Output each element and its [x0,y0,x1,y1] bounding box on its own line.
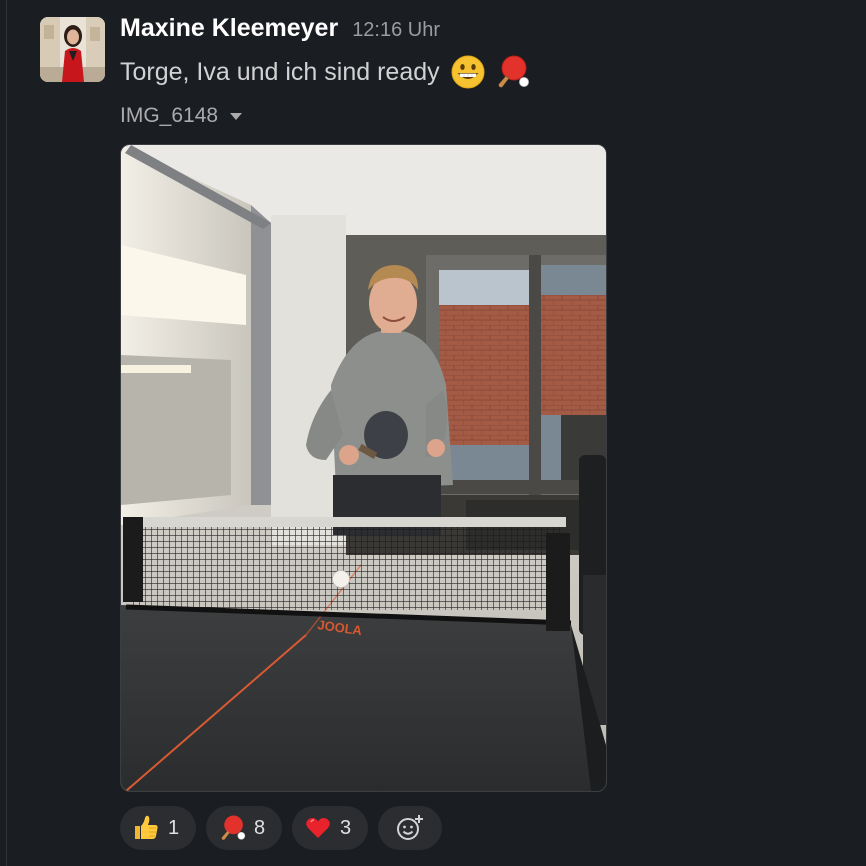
ping-pong-icon [221,815,246,840]
pane-divider [6,0,7,866]
reaction-red-heart[interactable]: 3 [292,806,368,850]
reaction-thumbs-up[interactable]: 1 [120,806,196,850]
thumbs-up-icon [135,815,158,839]
reaction-count: 8 [254,816,266,839]
sender-name[interactable]: Maxine Kleemeyer [120,14,338,43]
reaction-bar: 1 8 3 [120,806,442,850]
message-text: Torge, Iva und ich sind ready [120,57,440,86]
timestamp[interactable]: 12:16 Uhr [352,19,440,42]
add-reaction-button[interactable] [378,806,442,850]
message-text-line: Torge, Iva und ich sind ready [120,54,530,90]
image-attachment[interactable]: JOOLA [120,144,607,792]
caret-down-icon [230,112,243,120]
reaction-count: 1 [168,816,180,839]
attachment-file-name: IMG_6148 [120,104,219,127]
ping-pong-icon [494,54,530,90]
grinning-face-icon [450,54,486,90]
avatar[interactable] [40,17,105,82]
message-pane: Maxine Kleemeyer 12:16 Uhr Torge, Iva un… [0,0,866,866]
red-heart-icon [306,818,330,838]
reaction-count: 3 [340,816,352,839]
attachment-name-toggle[interactable]: IMG_6148 [120,102,243,130]
reaction-ping-pong[interactable]: 8 [206,806,282,850]
message-header: Maxine Kleemeyer 12:16 Uhr [120,14,440,48]
add-emoji-icon [397,815,423,840]
